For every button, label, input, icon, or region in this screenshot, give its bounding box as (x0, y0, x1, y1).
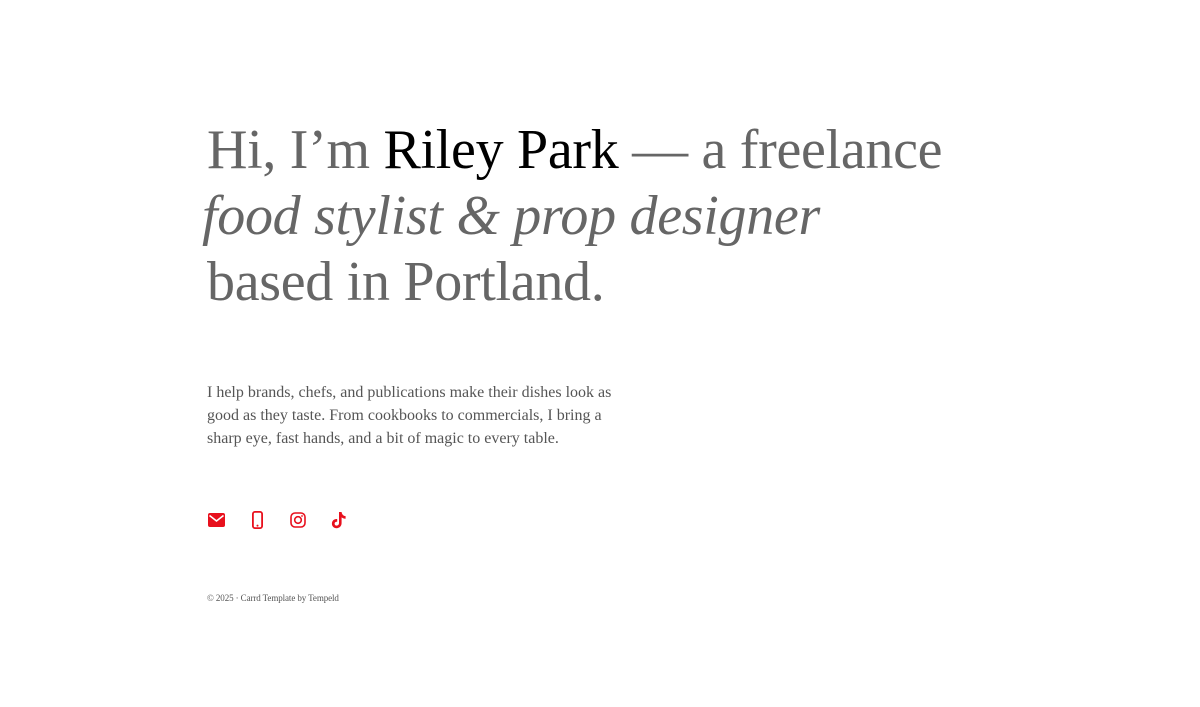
hero-headline: Hi, I’m Riley Park — a freelance food sty… (202, 117, 1007, 315)
hero-name: Riley Park (383, 119, 619, 181)
main-content: Hi, I’m Riley Park — a freelance food sty… (202, 117, 1007, 603)
mobile-phone-icon[interactable] (248, 511, 266, 529)
social-links (207, 510, 1007, 530)
hero-role: food stylist & prop designer (202, 185, 820, 247)
hero-intro: Hi, I’m (207, 119, 384, 181)
hero-location: based in Portland. (207, 251, 605, 313)
instagram-icon[interactable] (289, 511, 307, 529)
footer-credit: © 2025 · Carrd Template by Tempeld (207, 593, 339, 603)
hero-after-name: — a freelance (618, 119, 943, 181)
page: Hi, I’m Riley Park — a freelance food sty… (0, 0, 1200, 707)
email-icon[interactable] (207, 511, 225, 529)
tiktok-icon[interactable] (330, 511, 348, 529)
bio-paragraph: I help brands, chefs, and publications m… (207, 384, 612, 447)
